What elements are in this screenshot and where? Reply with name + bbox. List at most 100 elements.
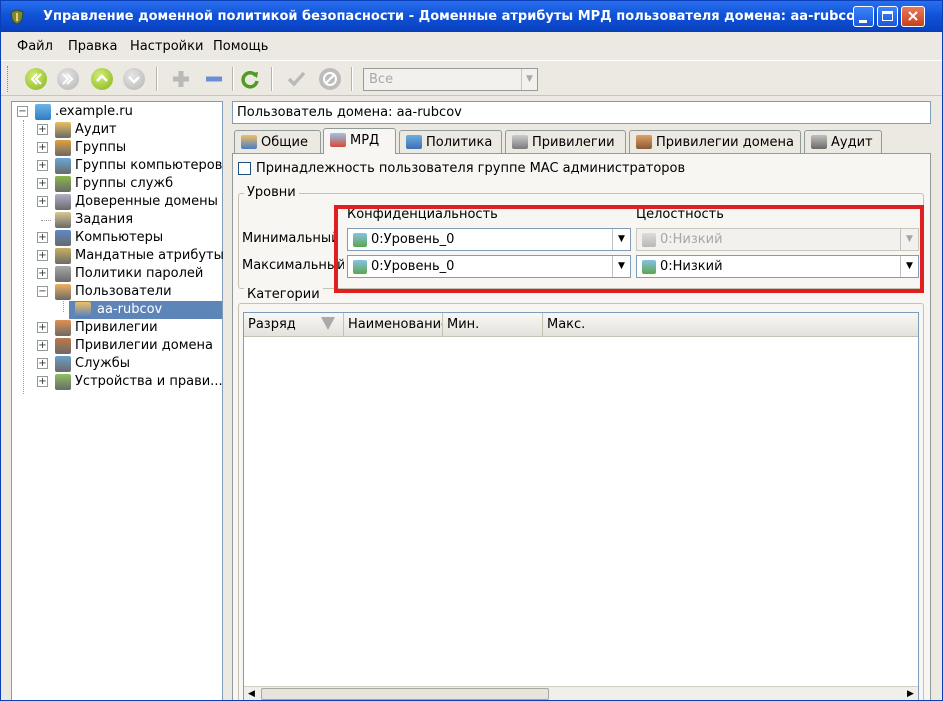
down-button[interactable] — [123, 68, 145, 90]
menu-help[interactable]: Помощь — [213, 39, 268, 54]
tree-item[interactable]: − Пользователи — [37, 283, 217, 301]
column-header-bit[interactable]: Разряд — [244, 313, 344, 337]
horizontal-scrollbar[interactable]: ◀ ▶ — [244, 686, 918, 700]
tree-item[interactable]: + Привилегии — [37, 319, 217, 337]
toolbar-separator — [156, 67, 158, 91]
column-header-label: Разряд — [248, 317, 296, 332]
minimize-button[interactable] — [853, 6, 874, 27]
tree-item-label: Службы — [75, 356, 131, 371]
remove-icon — [206, 76, 222, 82]
refresh-icon — [241, 71, 259, 89]
expand-icon[interactable]: + — [37, 376, 48, 387]
column-header-max[interactable]: Макс. — [543, 313, 918, 337]
tree-item[interactable]: + Компьютеры — [37, 229, 217, 247]
domain-tree[interactable]: − .example.ru + Аудит + Группы + Группы компь… — [11, 101, 224, 700]
expand-icon[interactable]: + — [37, 358, 48, 369]
expand-icon[interactable]: + — [37, 340, 48, 351]
expand-icon[interactable]: + — [37, 160, 48, 171]
refresh-button[interactable] — [239, 68, 261, 90]
scroll-left-icon[interactable]: ◀ — [244, 687, 259, 700]
mac-icon — [330, 133, 346, 147]
expand-icon[interactable]: + — [37, 142, 48, 153]
tab-audit[interactable]: Аудит — [804, 130, 882, 153]
min-level-label: Минимальный — [242, 231, 334, 246]
toolbar-grip[interactable] — [7, 66, 11, 92]
close-button[interactable] — [901, 6, 925, 27]
collapse-icon[interactable]: − — [17, 106, 28, 117]
tree-item-selected[interactable]: aa-rubcov — [69, 301, 222, 319]
expand-icon[interactable]: + — [37, 322, 48, 333]
tab-label: МРД — [350, 133, 380, 148]
chevron-down-icon[interactable]: ▼ — [521, 69, 537, 90]
column-header-min[interactable]: Мин. — [443, 313, 543, 337]
down-icon — [128, 76, 140, 84]
title-bar[interactable]: Управление доменной политикой безопаснос… — [1, 1, 942, 32]
menu-settings[interactable]: Настройки — [130, 39, 203, 54]
cancel-button[interactable] — [319, 68, 341, 90]
folder-icon — [55, 356, 71, 372]
tree-item[interactable]: + Группы служб — [37, 175, 217, 193]
expand-icon[interactable]: + — [37, 178, 48, 189]
folder-icon — [55, 230, 71, 246]
folder-icon — [55, 374, 71, 390]
tree-item-label: Мандатные атрибуты — [75, 248, 224, 263]
tree-item[interactable]: + Устройства и прави... — [37, 373, 223, 391]
last-icon — [62, 73, 74, 85]
max-level-label: Максимальный: — [242, 258, 344, 273]
domain-icon — [35, 104, 51, 120]
tree-item-label: Устройства и прави... — [75, 374, 223, 389]
expand-icon[interactable]: + — [37, 232, 48, 243]
user-field-text: Пользователь домена: aa-rubcov — [237, 105, 462, 120]
mac-admin-label: Принадлежность пользователя группе MAC а… — [256, 161, 686, 176]
tree-item[interactable]: + Политики паролей — [37, 265, 217, 283]
menu-edit[interactable]: Правка — [68, 39, 117, 54]
tree-item[interactable]: + Группы компьютеров — [37, 157, 222, 175]
apply-icon — [287, 71, 306, 87]
tab-domain-privileges[interactable]: Привилегии домена — [629, 130, 801, 153]
tree-item-label: Политики паролей — [75, 266, 204, 281]
add-icon — [173, 71, 189, 87]
apply-button[interactable] — [285, 68, 307, 90]
minimize-icon — [859, 20, 867, 23]
column-header-name[interactable]: Наименование — [344, 313, 443, 337]
tab-mrd[interactable]: МРД — [323, 128, 396, 154]
expand-icon[interactable]: + — [37, 124, 48, 135]
tree-item[interactable]: Задания — [37, 211, 217, 229]
tree-root[interactable]: − .example.ru — [17, 103, 217, 121]
menu-file[interactable]: Файл — [17, 39, 53, 54]
column-header-label: Макс. — [547, 317, 586, 332]
up-icon — [96, 74, 108, 82]
expand-icon[interactable]: + — [37, 250, 48, 261]
scrollbar-thumb[interactable] — [261, 688, 549, 700]
collapse-icon[interactable]: − — [37, 286, 48, 297]
tab-label: Общие — [261, 135, 308, 150]
categories-table[interactable]: Разряд Наименование Мин. Макс. ◀ ▶ — [243, 312, 919, 700]
tree-item[interactable]: + Мандатные атрибуты — [37, 247, 224, 265]
filter-select[interactable]: Все ▼ — [363, 68, 538, 91]
mac-admin-checkbox[interactable] — [238, 162, 251, 175]
tree-item[interactable]: + Привилегии домена — [37, 337, 217, 355]
tab-label: Привилегии домена — [656, 135, 794, 150]
tree-item[interactable]: + Доверенные домены — [37, 193, 218, 211]
up-button[interactable] — [91, 68, 113, 90]
maximize-button[interactable] — [877, 6, 898, 27]
tab-general[interactable]: Общие — [234, 130, 321, 153]
tree-item[interactable]: + Аудит — [37, 121, 217, 139]
tab-policy[interactable]: Политика — [399, 130, 502, 153]
tree-item[interactable]: + Службы — [37, 355, 217, 373]
expand-icon[interactable]: + — [37, 268, 48, 279]
first-button[interactable] — [25, 68, 47, 90]
menu-bar: Файл Правка Настройки Помощь — [1, 32, 942, 60]
tree-item[interactable]: + Группы — [37, 139, 217, 157]
tab-privileges[interactable]: Привилегии — [505, 130, 626, 153]
add-button[interactable] — [170, 68, 192, 90]
scroll-right-icon[interactable]: ▶ — [903, 687, 918, 700]
folder-icon — [55, 320, 71, 336]
tree-item-label: Пользователи — [75, 284, 172, 299]
tree-splitter[interactable] — [223, 101, 231, 700]
remove-button[interactable] — [203, 68, 225, 90]
user-field: Пользователь домена: aa-rubcov — [232, 101, 931, 124]
expand-icon[interactable]: + — [37, 196, 48, 207]
folder-icon — [55, 212, 71, 228]
last-button[interactable] — [57, 68, 79, 90]
